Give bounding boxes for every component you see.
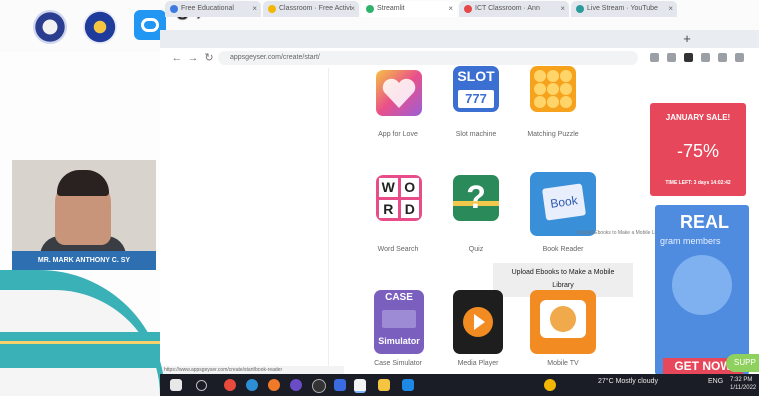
tab-close-icon[interactable]: × (668, 1, 673, 17)
heart-icon (382, 78, 416, 108)
app-label: Slot machine (455, 131, 497, 138)
app-label: Mobile TV (547, 360, 579, 367)
app-label: Quiz (468, 246, 484, 253)
back-arrow-icon[interactable]: ← (170, 51, 184, 65)
book-icon: Book (541, 183, 587, 221)
tab-favicon-icon (170, 5, 178, 13)
members-promo-subtitle: gram members (660, 236, 721, 246)
weather-sun-icon[interactable] (544, 379, 556, 391)
tab-favicon-icon (464, 5, 472, 13)
region-seal-logo (83, 10, 117, 44)
app-label: Word Search (377, 246, 419, 253)
address-bar[interactable]: appsgeyser.com/create/start/ (218, 51, 638, 65)
matching-puzzle-tile[interactable] (530, 66, 576, 112)
tv-icon (540, 300, 586, 338)
profile-icon[interactable] (718, 53, 727, 62)
obs-icon[interactable] (312, 379, 326, 393)
tab-favicon-icon (576, 5, 584, 13)
tab-favicon-icon (268, 5, 276, 13)
tab-close-icon[interactable]: × (560, 1, 565, 17)
slot-reels: 777 (458, 90, 494, 108)
browser-tab-5[interactable]: Live Stream · YouTube × (571, 1, 677, 17)
browser-tab-1[interactable]: Free Educational × (165, 1, 261, 17)
extension-icon[interactable] (667, 53, 676, 62)
menu-kebab-icon[interactable] (735, 53, 744, 62)
browser-tab-4[interactable]: ICT Classroom · Ann × (459, 1, 569, 17)
mobile-tv-tile[interactable] (530, 290, 596, 354)
app-icon[interactable] (334, 379, 346, 391)
gun-icon (382, 310, 416, 328)
sale-percent: -75% (676, 141, 720, 161)
tab-close-icon[interactable]: × (448, 1, 453, 17)
slot-machine-tile[interactable]: SLOT 777 (453, 66, 499, 112)
tab-favicon-icon (366, 5, 374, 13)
puzzle-dots-icon (534, 70, 572, 108)
app-label: App for Love (378, 131, 418, 138)
tab-close-icon[interactable]: × (252, 1, 257, 17)
play-icon (463, 307, 493, 337)
app-label: Case Simulator (374, 360, 422, 367)
extension-icon[interactable] (684, 53, 693, 62)
sale-title: JANUARY SALE! (665, 113, 731, 122)
app-label: Media Player (457, 360, 499, 367)
browser-tab-3[interactable]: Streamlit × (361, 1, 457, 17)
weather-status[interactable]: 27°C Mostly cloudy (598, 378, 658, 385)
word-letters: W O R D (379, 178, 419, 218)
case-simulator-tile[interactable]: CASE Simulator (374, 290, 424, 354)
file-explorer-icon[interactable] (378, 379, 390, 391)
sale-timer: TIME LEFT: 3 days 14:02:42 (665, 180, 731, 186)
windows-start-icon[interactable] (170, 379, 182, 391)
edge-icon[interactable] (246, 379, 258, 391)
language-indicator[interactable]: ENG (708, 378, 723, 385)
extension-icon[interactable] (701, 53, 710, 62)
browser-tab-strip (160, 30, 759, 48)
app-label: Book Reader (542, 246, 584, 253)
support-chat-button[interactable]: SUPP (726, 354, 759, 372)
browser-tab-2[interactable]: Classroom · Free Activi × (263, 1, 359, 17)
members-promo-title: REAL (680, 212, 729, 232)
firefox-icon[interactable] (268, 379, 280, 391)
opera-icon[interactable] (224, 379, 236, 391)
word-search-tile[interactable]: W O R D (376, 175, 422, 221)
reload-icon[interactable]: ↻ (202, 51, 216, 65)
book-reader-hint: Upload Ebooks to Make a Mobile Library (577, 230, 668, 236)
media-player-tile[interactable] (453, 290, 503, 354)
quiz-tile[interactable]: ? (453, 175, 499, 221)
tab-close-icon[interactable]: × (350, 1, 355, 17)
presenter-name-label: MR. MARK ANTHONY C. SY (12, 251, 156, 270)
extension-icon[interactable] (650, 53, 659, 62)
app-for-love-tile[interactable] (376, 70, 422, 116)
book-reader-tile[interactable]: Book (530, 172, 596, 236)
slide-decoration-band (0, 332, 160, 368)
app-icon[interactable] (290, 379, 302, 391)
app-icon[interactable] (402, 379, 414, 391)
taskbar-clock[interactable]: 7:32 PM 1/11/2022 (730, 376, 756, 392)
app-label: Matching Puzzle (527, 131, 579, 138)
question-mark-icon: ? (466, 179, 486, 215)
search-icon[interactable] (196, 380, 207, 391)
telegram-avatar-icon (672, 255, 732, 315)
chrome-icon[interactable] (354, 379, 366, 393)
deped-seal-logo (33, 10, 67, 44)
page-left-panel (160, 68, 329, 374)
new-tab-button[interactable]: + (680, 30, 694, 48)
forward-arrow-icon[interactable]: → (186, 51, 200, 65)
slide-decoration-stripe (0, 341, 160, 344)
